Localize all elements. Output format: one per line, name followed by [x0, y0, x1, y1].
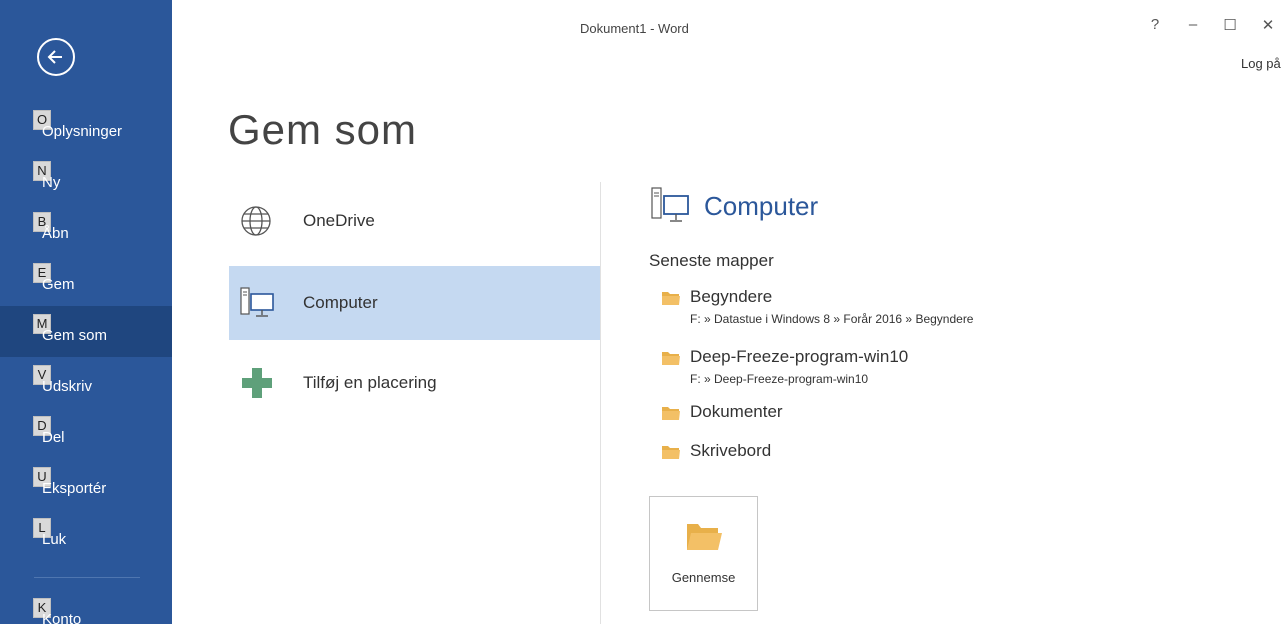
recent-folders-heading: Seneste mapper: [649, 251, 774, 270]
folder-path: F: » Deep-Freeze-program-win10: [690, 372, 869, 386]
nav-label: Gem: [42, 276, 75, 293]
maximize-icon[interactable]: ☐: [1222, 16, 1238, 34]
folder-name: Begyndere: [690, 287, 773, 306]
nav-gem[interactable]: E Gem: [0, 255, 172, 306]
folder-icon: [662, 446, 680, 459]
back-arrow-icon: [47, 50, 62, 64]
nav-label: Gem som: [42, 327, 108, 344]
folder-path: F: » Datastue i Windows 8 » Forår 2016 »…: [690, 312, 974, 326]
nav-ny[interactable]: N Ny: [0, 153, 172, 204]
back-button[interactable]: [37, 38, 75, 76]
browse-label: Gennemse: [671, 570, 736, 585]
folder-name: Dokumenter: [690, 402, 783, 421]
folder-name: Deep-Freeze-program-win10: [690, 347, 909, 366]
sign-in-link[interactable]: Log på: [1241, 56, 1281, 71]
page-title: Gem som: [228, 106, 418, 153]
help-icon[interactable]: ?: [1147, 16, 1163, 33]
computer-icon: [240, 287, 274, 317]
nav-oplysninger[interactable]: O Oplysninger: [0, 102, 172, 153]
browse-button[interactable]: Gennemse: [649, 496, 758, 611]
nav-abn[interactable]: B Åbn: [0, 204, 172, 255]
nav-label: Oplysninger: [42, 123, 123, 140]
nav-label: Eksportér: [42, 480, 107, 497]
nav-udskriv[interactable]: V Udskriv: [0, 357, 172, 408]
plus-icon: [242, 368, 272, 398]
nav-luk[interactable]: L Luk: [0, 510, 172, 561]
place-label: Computer: [303, 293, 378, 312]
nav-label: Ny: [42, 174, 61, 191]
folder-icon: [662, 407, 680, 420]
detail-title: Computer: [704, 191, 819, 221]
nav-del[interactable]: D Del: [0, 408, 172, 459]
nav-label: Konto: [42, 611, 82, 624]
nav-label: Åbn: [42, 225, 69, 242]
nav-gem-som[interactable]: M Gem som: [0, 306, 172, 357]
backstage-sidebar: O Oplysninger N Ny B Åbn E Gem M Gem som…: [0, 0, 172, 624]
window-title: Dokument1 - Word: [580, 21, 689, 36]
folder-name: Skrivebord: [690, 441, 772, 460]
folder-open-icon: [687, 524, 722, 550]
nav-divider: [34, 577, 140, 578]
place-onedrive[interactable]: OneDrive: [229, 184, 600, 258]
place-add-location[interactable]: Tilføj en placering: [229, 346, 600, 420]
nav-label: Udskriv: [42, 378, 93, 395]
globe-icon: [241, 206, 271, 236]
place-computer[interactable]: Computer: [229, 266, 600, 340]
folder-icon: [662, 352, 680, 365]
computer-icon: [651, 187, 689, 222]
close-icon[interactable]: ✕: [1260, 16, 1276, 34]
place-label: OneDrive: [303, 211, 375, 230]
nav-konto[interactable]: K Konto: [0, 590, 172, 624]
nav-eksporter[interactable]: U Eksportér: [0, 459, 172, 510]
panel-divider: [600, 182, 601, 624]
folder-icon: [662, 292, 680, 305]
nav-label: Del: [42, 429, 65, 446]
nav-label: Luk: [42, 531, 67, 548]
place-label: Tilføj en placering: [303, 373, 437, 392]
minimize-icon[interactable]: –: [1185, 16, 1201, 33]
